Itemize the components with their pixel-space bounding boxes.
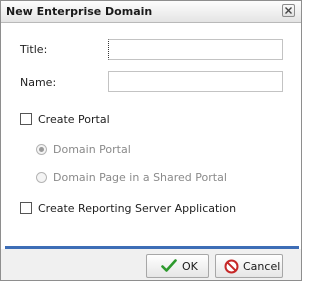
cancel-button[interactable]: Cancel	[215, 254, 283, 278]
close-button[interactable]	[282, 4, 295, 17]
dialog-title: New Enterprise Domain	[6, 5, 153, 18]
name-label: Name:	[20, 76, 57, 89]
create-portal-label[interactable]: Create Portal	[38, 113, 110, 126]
cancel-button-label: Cancel	[243, 260, 281, 273]
domain-page-shared-portal-radio[interactable]	[36, 172, 47, 183]
create-reporting-server-label[interactable]: Create Reporting Server Application	[38, 202, 236, 215]
close-icon	[285, 7, 292, 14]
domain-portal-radio[interactable]	[36, 144, 47, 155]
ok-button[interactable]: OK	[146, 254, 209, 278]
domain-page-shared-portal-label[interactable]: Domain Page in a Shared Portal	[53, 171, 227, 184]
title-input[interactable]	[108, 39, 283, 60]
create-reporting-server-checkbox[interactable]	[20, 202, 32, 214]
checkmark-icon	[161, 259, 177, 272]
new-enterprise-domain-dialog: New Enterprise Domain Title: Name: Creat…	[0, 0, 302, 281]
cancel-icon	[224, 259, 239, 274]
create-portal-checkbox[interactable]	[20, 113, 32, 125]
radio-selected-dot	[39, 147, 44, 152]
ok-button-label: OK	[182, 260, 198, 273]
name-input[interactable]	[108, 71, 283, 92]
title-label: Title:	[20, 43, 48, 56]
dialog-titlebar[interactable]: New Enterprise Domain	[1, 1, 301, 23]
domain-portal-label[interactable]: Domain Portal	[53, 143, 131, 156]
